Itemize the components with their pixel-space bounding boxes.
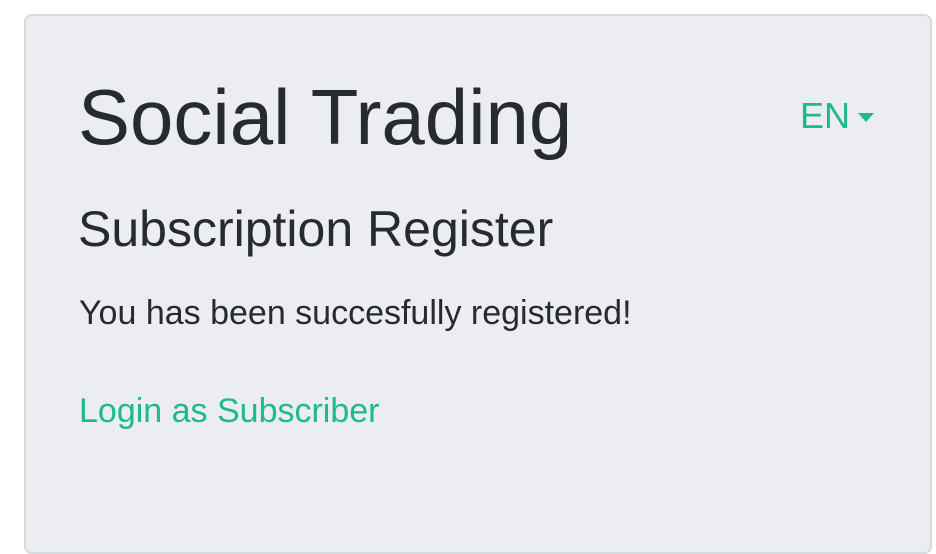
login-as-subscriber-link[interactable]: Login as Subscriber bbox=[79, 394, 380, 428]
language-dropdown[interactable]: EN bbox=[800, 95, 875, 136]
register-card: Social Trading EN Subscription Register … bbox=[24, 14, 932, 554]
success-message: You has been succesfully registered! bbox=[79, 294, 632, 332]
caret-down-icon bbox=[858, 112, 875, 122]
app-title: Social Trading bbox=[78, 73, 573, 161]
language-label: EN bbox=[800, 95, 851, 136]
page-heading: Subscription Register bbox=[78, 201, 554, 257]
